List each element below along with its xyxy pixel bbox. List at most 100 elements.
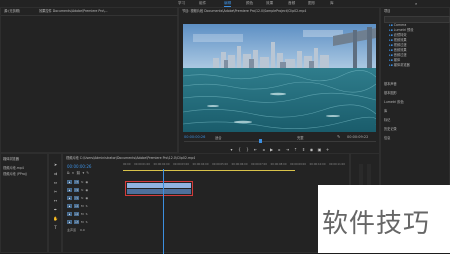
track-select-icon[interactable]: ⇉ xyxy=(53,171,58,176)
menu-graphics[interactable]: 图形 xyxy=(308,1,315,6)
menu-effects[interactable]: 效果 xyxy=(266,1,273,6)
tab-media-browser[interactable]: 媒体浏览器 xyxy=(3,156,19,162)
master-label: 主声道 xyxy=(67,227,77,232)
link-lumetri-color[interactable]: Lumetri 颜色 xyxy=(384,98,404,107)
menu-color[interactable]: 颜色 xyxy=(246,1,253,6)
master-volume[interactable]: 0.0 xyxy=(80,228,85,232)
go-to-in-icon[interactable]: ⇤ xyxy=(253,147,258,152)
fit-select[interactable]: 适合 xyxy=(215,135,222,140)
track-area[interactable] xyxy=(123,178,345,234)
extract-icon[interactable]: ⇞ xyxy=(301,147,306,152)
track-headers: ▪ V3 ⇋ ◉ ▪ V2 ⇋ ◉ ▪ V1 ⇋ ◉ ▪ A1 M S ▪ A2 M S ▪ A3 M S 主声道 … xyxy=(67,178,119,233)
link-essential-graphics[interactable]: 基本图形 xyxy=(384,89,404,98)
link-markers[interactable]: 标记 xyxy=(384,116,404,125)
mute-icon[interactable]: M xyxy=(81,212,84,216)
tab-program[interactable]: 节目: 视频片段 Documents\Adobe\Premiere Pro\12… xyxy=(182,8,378,14)
linked-icon[interactable]: ⛓ xyxy=(76,171,80,175)
lock-toggle[interactable]: ▪ xyxy=(67,204,72,208)
mark-in-icon[interactable]: { xyxy=(237,147,242,152)
mark-out-icon[interactable]: } xyxy=(245,147,250,152)
timeline-panel: 视频片段 C:\Users\Administrator\Documents\Ad… xyxy=(62,153,350,254)
marker-icon[interactable]: ▾ xyxy=(83,171,85,175)
tab-project[interactable]: 项目 xyxy=(384,8,390,14)
tab-effect-controls[interactable]: 效果控件 Documents\Adobe\Premiere Pro\... xyxy=(39,8,108,14)
eye-icon[interactable]: ◉ xyxy=(86,188,89,192)
add-marker-icon[interactable]: ▾ xyxy=(229,147,234,152)
link-essential-sound[interactable]: 基本声音 xyxy=(384,80,404,89)
lift-icon[interactable]: ⇡ xyxy=(293,147,298,152)
hand-icon[interactable]: ✋ xyxy=(53,216,58,221)
play-icon[interactable]: ▶ xyxy=(269,147,274,152)
settings-icon[interactable]: ✎ xyxy=(86,171,89,175)
sync-icon[interactable]: ⇋ xyxy=(81,180,84,184)
video-clip[interactable] xyxy=(127,183,191,188)
video-frame[interactable] xyxy=(183,24,376,132)
target-toggle[interactable]: A3 xyxy=(74,220,79,224)
target-toggle[interactable]: V2 xyxy=(74,188,79,192)
type-icon[interactable]: T xyxy=(53,225,58,230)
scrub-bar[interactable] xyxy=(184,141,376,142)
add-button-icon[interactable]: + xyxy=(325,147,330,152)
ruler-labels: 00:00 00:00:01:00 00:00:02:00 00:00:03:00 00… xyxy=(123,163,345,166)
link-info[interactable]: 信息 xyxy=(384,134,404,143)
export-frame-icon[interactable]: ◉ xyxy=(309,147,314,152)
quality-select[interactable]: 完整 xyxy=(297,135,304,140)
lock-toggle[interactable]: ▪ xyxy=(67,196,72,200)
scrub-playhead[interactable] xyxy=(259,139,262,143)
sync-icon[interactable]: ⇋ xyxy=(81,188,84,192)
link-history[interactable]: 历史记录 xyxy=(384,125,404,134)
eye-icon[interactable]: ◉ xyxy=(86,196,89,200)
sync-icon[interactable]: ⇋ xyxy=(81,196,84,200)
target-toggle[interactable]: A2 xyxy=(74,212,79,216)
search-icon[interactable]: ⌕ xyxy=(415,1,417,6)
track-header-v1: ▪ V1 ⇋ ◉ xyxy=(67,194,119,202)
tab-divider xyxy=(1,15,179,16)
tab-source[interactable]: 源:(无剪辑) xyxy=(4,8,20,14)
work-area-bar[interactable] xyxy=(123,170,295,171)
mute-icon[interactable]: M xyxy=(81,220,84,224)
track-header-a2: ▪ A2 M S xyxy=(67,210,119,218)
mute-icon[interactable]: M xyxy=(81,204,84,208)
time-ruler[interactable]: 00:00 00:00:01:00 00:00:02:00 00:00:03:00 00… xyxy=(123,163,345,171)
step-forward-icon[interactable]: ▸ xyxy=(277,147,282,152)
eye-icon[interactable]: ◉ xyxy=(86,180,89,184)
target-toggle[interactable]: V3 xyxy=(74,180,79,184)
go-to-out-icon[interactable]: ⇥ xyxy=(285,147,290,152)
nest-icon[interactable]: ⧉ xyxy=(67,171,70,175)
effects-search-input[interactable] xyxy=(384,16,450,23)
lock-toggle[interactable]: ▪ xyxy=(67,212,72,216)
lock-toggle[interactable]: ▪ xyxy=(67,188,72,192)
solo-icon[interactable]: S xyxy=(86,212,88,216)
step-back-icon[interactable]: ◂ xyxy=(261,147,266,152)
razor-icon[interactable]: ✂ xyxy=(53,189,58,194)
wrench-icon[interactable]: ✎ xyxy=(337,134,340,139)
timeline-playhead[interactable] xyxy=(163,169,164,254)
playhead-timecode[interactable]: 00:00:00:26 xyxy=(184,135,205,139)
media-row[interactable]: 视频片段 (PProj) xyxy=(3,171,27,176)
solo-icon[interactable]: S xyxy=(86,204,88,208)
ripple-edit-icon[interactable]: ⇔ xyxy=(53,180,58,185)
lock-toggle[interactable]: ▪ xyxy=(67,220,72,224)
workspace-bar: 学习 组件 编辑 颜色 效果 音频 图形 库 ⌕ xyxy=(0,0,450,7)
timeline-timecode[interactable]: 00:00:00:26 xyxy=(67,164,91,169)
target-toggle[interactable]: A1 xyxy=(74,204,79,208)
tree-item[interactable]: ▸▪ 媒体浏览器 xyxy=(389,63,413,68)
snap-icon[interactable]: ∩ xyxy=(72,171,75,175)
compare-icon[interactable]: ▣ xyxy=(317,147,322,152)
menu-libraries[interactable]: 库 xyxy=(330,1,334,6)
media-row[interactable]: 视频片段.mp4 xyxy=(3,165,24,170)
menu-audio[interactable]: 音频 xyxy=(288,1,295,6)
link-libraries[interactable]: 库 xyxy=(384,107,404,116)
tab-sequence[interactable]: 视频片段 C:\Users\Administrator\Documents\Ad… xyxy=(66,155,346,161)
watermark-text: 软件技巧 xyxy=(322,209,431,239)
target-toggle[interactable]: V1 xyxy=(74,196,79,200)
menu-assembly[interactable]: 组件 xyxy=(199,1,206,6)
source-panel: 源:(无剪辑) 效果控件 Documents\Adobe\Premiere Pr… xyxy=(0,7,179,153)
menu-learn[interactable]: 学习 xyxy=(178,1,185,6)
slip-icon[interactable]: ↔ xyxy=(53,198,58,203)
solo-icon[interactable]: S xyxy=(86,220,88,224)
lock-toggle[interactable]: ▪ xyxy=(67,180,72,184)
selection-tool-icon[interactable]: ➤ xyxy=(53,162,58,167)
pen-icon[interactable]: ✒ xyxy=(53,207,58,212)
audio-clip[interactable] xyxy=(127,189,191,194)
